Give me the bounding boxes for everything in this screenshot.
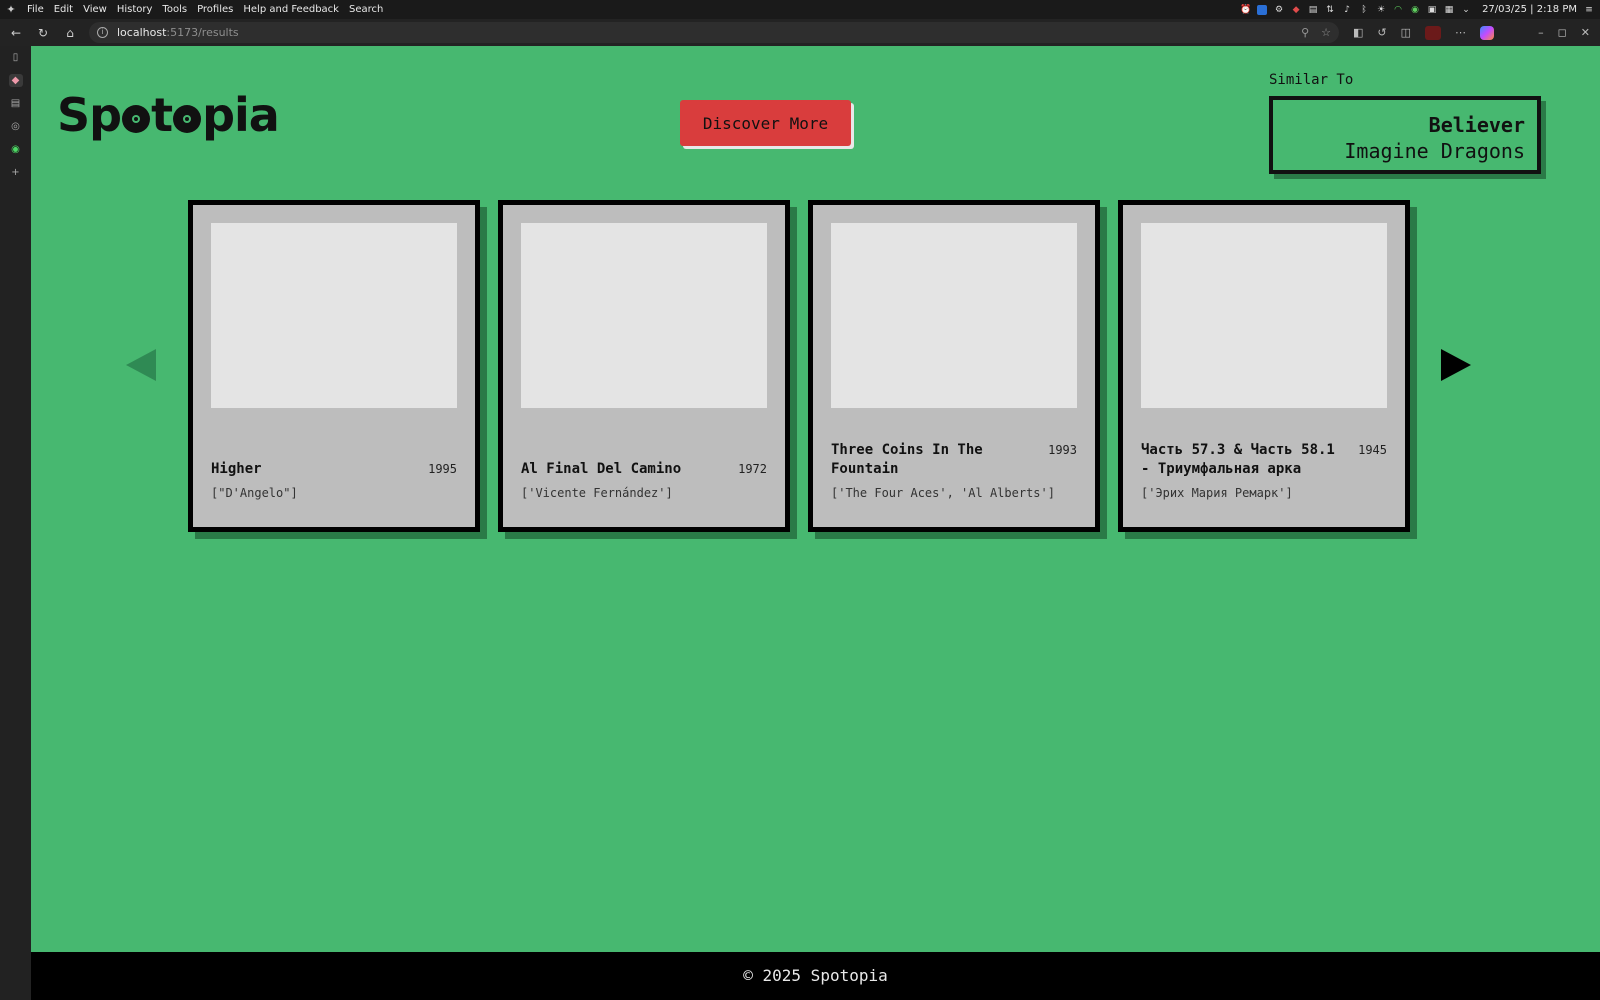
refresh-extension-icon[interactable]: ↺ bbox=[1377, 26, 1386, 39]
song-title: Часть 57.3 & Часть 58.1 - Триумфальная а… bbox=[1141, 442, 1335, 477]
menu-tools[interactable]: Tools bbox=[157, 0, 192, 19]
vinyl-icon bbox=[173, 105, 202, 133]
tabs-icon[interactable]: ▯ bbox=[9, 51, 23, 64]
close-icon[interactable]: ✕ bbox=[1581, 26, 1590, 39]
zoom-icon[interactable]: ⚲ bbox=[1301, 26, 1309, 39]
song-artists: ['Vicente Fernández'] bbox=[521, 486, 673, 500]
bitwarden-icon[interactable] bbox=[1257, 4, 1268, 15]
bluetooth-icon[interactable]: ᛒ bbox=[1359, 5, 1369, 15]
home-icon[interactable]: ⌂ bbox=[59, 22, 81, 44]
cpu-icon[interactable]: ▦ bbox=[1444, 5, 1454, 15]
song-artists: ['Эрих Мария Ремарк'] bbox=[1141, 486, 1293, 500]
site-info-icon[interactable]: i bbox=[97, 27, 108, 38]
song-year: 1972 bbox=[738, 462, 767, 476]
more-options-icon[interactable]: ⋯ bbox=[1455, 26, 1466, 39]
similar-song-artist: Imagine Dragons bbox=[1344, 139, 1525, 163]
next-arrow-icon[interactable] bbox=[1441, 349, 1471, 381]
song-year: 1993 bbox=[1048, 443, 1077, 457]
app-tray-icon[interactable]: ◆ bbox=[1291, 5, 1301, 15]
menu-file[interactable]: File bbox=[22, 0, 49, 19]
menu-view[interactable]: View bbox=[78, 0, 112, 19]
footer: © 2025 Spotopia bbox=[31, 952, 1600, 1000]
album-cover bbox=[831, 223, 1077, 408]
bookmark-star-icon[interactable]: ☆ bbox=[1321, 26, 1331, 39]
collections-icon[interactable]: ▤ bbox=[9, 97, 23, 110]
add-icon[interactable]: + bbox=[9, 166, 23, 179]
chevron-down-icon[interactable]: ⌄ bbox=[1461, 5, 1471, 15]
browser-sidebar: ▯ ◆ ▤ ◎ ◉ + bbox=[0, 46, 31, 1000]
volume-icon[interactable]: ♪ bbox=[1342, 5, 1352, 15]
vinyl-icon bbox=[122, 105, 151, 133]
whatsapp-icon[interactable]: ◉ bbox=[9, 143, 23, 156]
system-tray: ⏰ ⚙ ◆ ▤ ⇅ ♪ ᛒ ☀ ◠ ◉ ▣ ▦ ⌄ 27/03/25 | 2:1… bbox=[1240, 4, 1600, 15]
extension-icon[interactable]: ◧ bbox=[1353, 26, 1363, 39]
brand-mid: t bbox=[151, 88, 173, 142]
similar-to-label: Similar To bbox=[1269, 72, 1354, 88]
menu-history[interactable]: History bbox=[112, 0, 158, 19]
gpu-icon[interactable]: ▣ bbox=[1427, 5, 1437, 15]
active-tab-icon[interactable]: ◆ bbox=[8, 74, 23, 87]
song-card[interactable]: Al Final Del Camino 1972 ['Vicente Ferná… bbox=[498, 200, 790, 532]
address-bar[interactable]: i localhost:5173/results ⚲ ☆ bbox=[89, 22, 1339, 43]
menu-search[interactable]: Search bbox=[344, 0, 388, 19]
brightness-icon[interactable]: ☀ bbox=[1376, 5, 1386, 15]
song-title: Three Coins In The Fountain bbox=[831, 442, 983, 477]
back-icon[interactable]: ← bbox=[5, 22, 27, 44]
album-cover bbox=[521, 223, 767, 408]
clipboard-icon[interactable]: ▤ bbox=[1308, 5, 1318, 15]
minimize-icon[interactable]: – bbox=[1538, 26, 1544, 39]
browser-logo-icon[interactable]: ✦ bbox=[4, 3, 18, 17]
wifi-icon[interactable]: ◠ bbox=[1393, 5, 1403, 15]
settings-icon[interactable]: ⚙ bbox=[1274, 5, 1284, 15]
brand-prefix: Sp bbox=[57, 88, 122, 142]
page: Sp t pia Discover More Similar To Believer… bbox=[31, 46, 1600, 1000]
globe-icon[interactable]: ◎ bbox=[9, 120, 23, 133]
url-host: localhost bbox=[117, 26, 167, 39]
song-title: Al Final Del Camino bbox=[521, 461, 682, 477]
song-card[interactable]: Часть 57.3 & Часть 58.1 - Триумфальная а… bbox=[1118, 200, 1410, 532]
previous-arrow-icon[interactable] bbox=[126, 349, 156, 381]
brand-logo[interactable]: Sp t pia bbox=[57, 88, 280, 142]
url-path: :5173/results bbox=[166, 26, 239, 39]
network-icon[interactable]: ⇅ bbox=[1325, 5, 1335, 15]
song-artists: ['The Four Aces', 'Al Alberts'] bbox=[831, 486, 1055, 500]
similar-to-card: Believer Imagine Dragons bbox=[1269, 96, 1541, 174]
menu-edit[interactable]: Edit bbox=[49, 0, 78, 19]
discover-more-button[interactable]: Discover More bbox=[680, 100, 851, 146]
song-artists: ["D'Angelo"] bbox=[211, 486, 298, 500]
restore-icon[interactable]: ◻ bbox=[1558, 26, 1567, 39]
os-menubar: ✦ File Edit View History Tools Profiles … bbox=[0, 0, 1600, 19]
reload-icon[interactable]: ↻ bbox=[32, 22, 54, 44]
menu-icon[interactable]: ≡ bbox=[1584, 5, 1594, 15]
song-card[interactable]: Three Coins In The Fountain 1993 ['The F… bbox=[808, 200, 1100, 532]
album-cover bbox=[1141, 223, 1387, 408]
system-clock: 27/03/25 | 2:18 PM bbox=[1482, 4, 1577, 15]
similar-song-title: Believer bbox=[1428, 113, 1525, 137]
album-cover bbox=[211, 223, 457, 408]
brand-suffix: pia bbox=[202, 88, 280, 142]
song-title: Higher bbox=[211, 461, 262, 477]
menu-profiles[interactable]: Profiles bbox=[192, 0, 238, 19]
browser-toolbar: ← ↻ ⌂ i localhost:5173/results ⚲ ☆ ◧ ↺ ◫… bbox=[0, 19, 1600, 46]
copilot-icon[interactable] bbox=[1480, 25, 1495, 40]
menu-help-and-feedback[interactable]: Help and Feedback bbox=[238, 0, 344, 19]
song-card[interactable]: Higher 1995 ["D'Angelo"] bbox=[188, 200, 480, 532]
nvidia-icon[interactable]: ◉ bbox=[1410, 5, 1420, 15]
split-view-icon[interactable]: ◫ bbox=[1401, 26, 1411, 39]
alarm-icon[interactable]: ⏰ bbox=[1240, 5, 1251, 15]
song-year: 1995 bbox=[428, 462, 457, 476]
profile-avatar[interactable] bbox=[1425, 25, 1442, 40]
song-year: 1945 bbox=[1358, 443, 1387, 457]
